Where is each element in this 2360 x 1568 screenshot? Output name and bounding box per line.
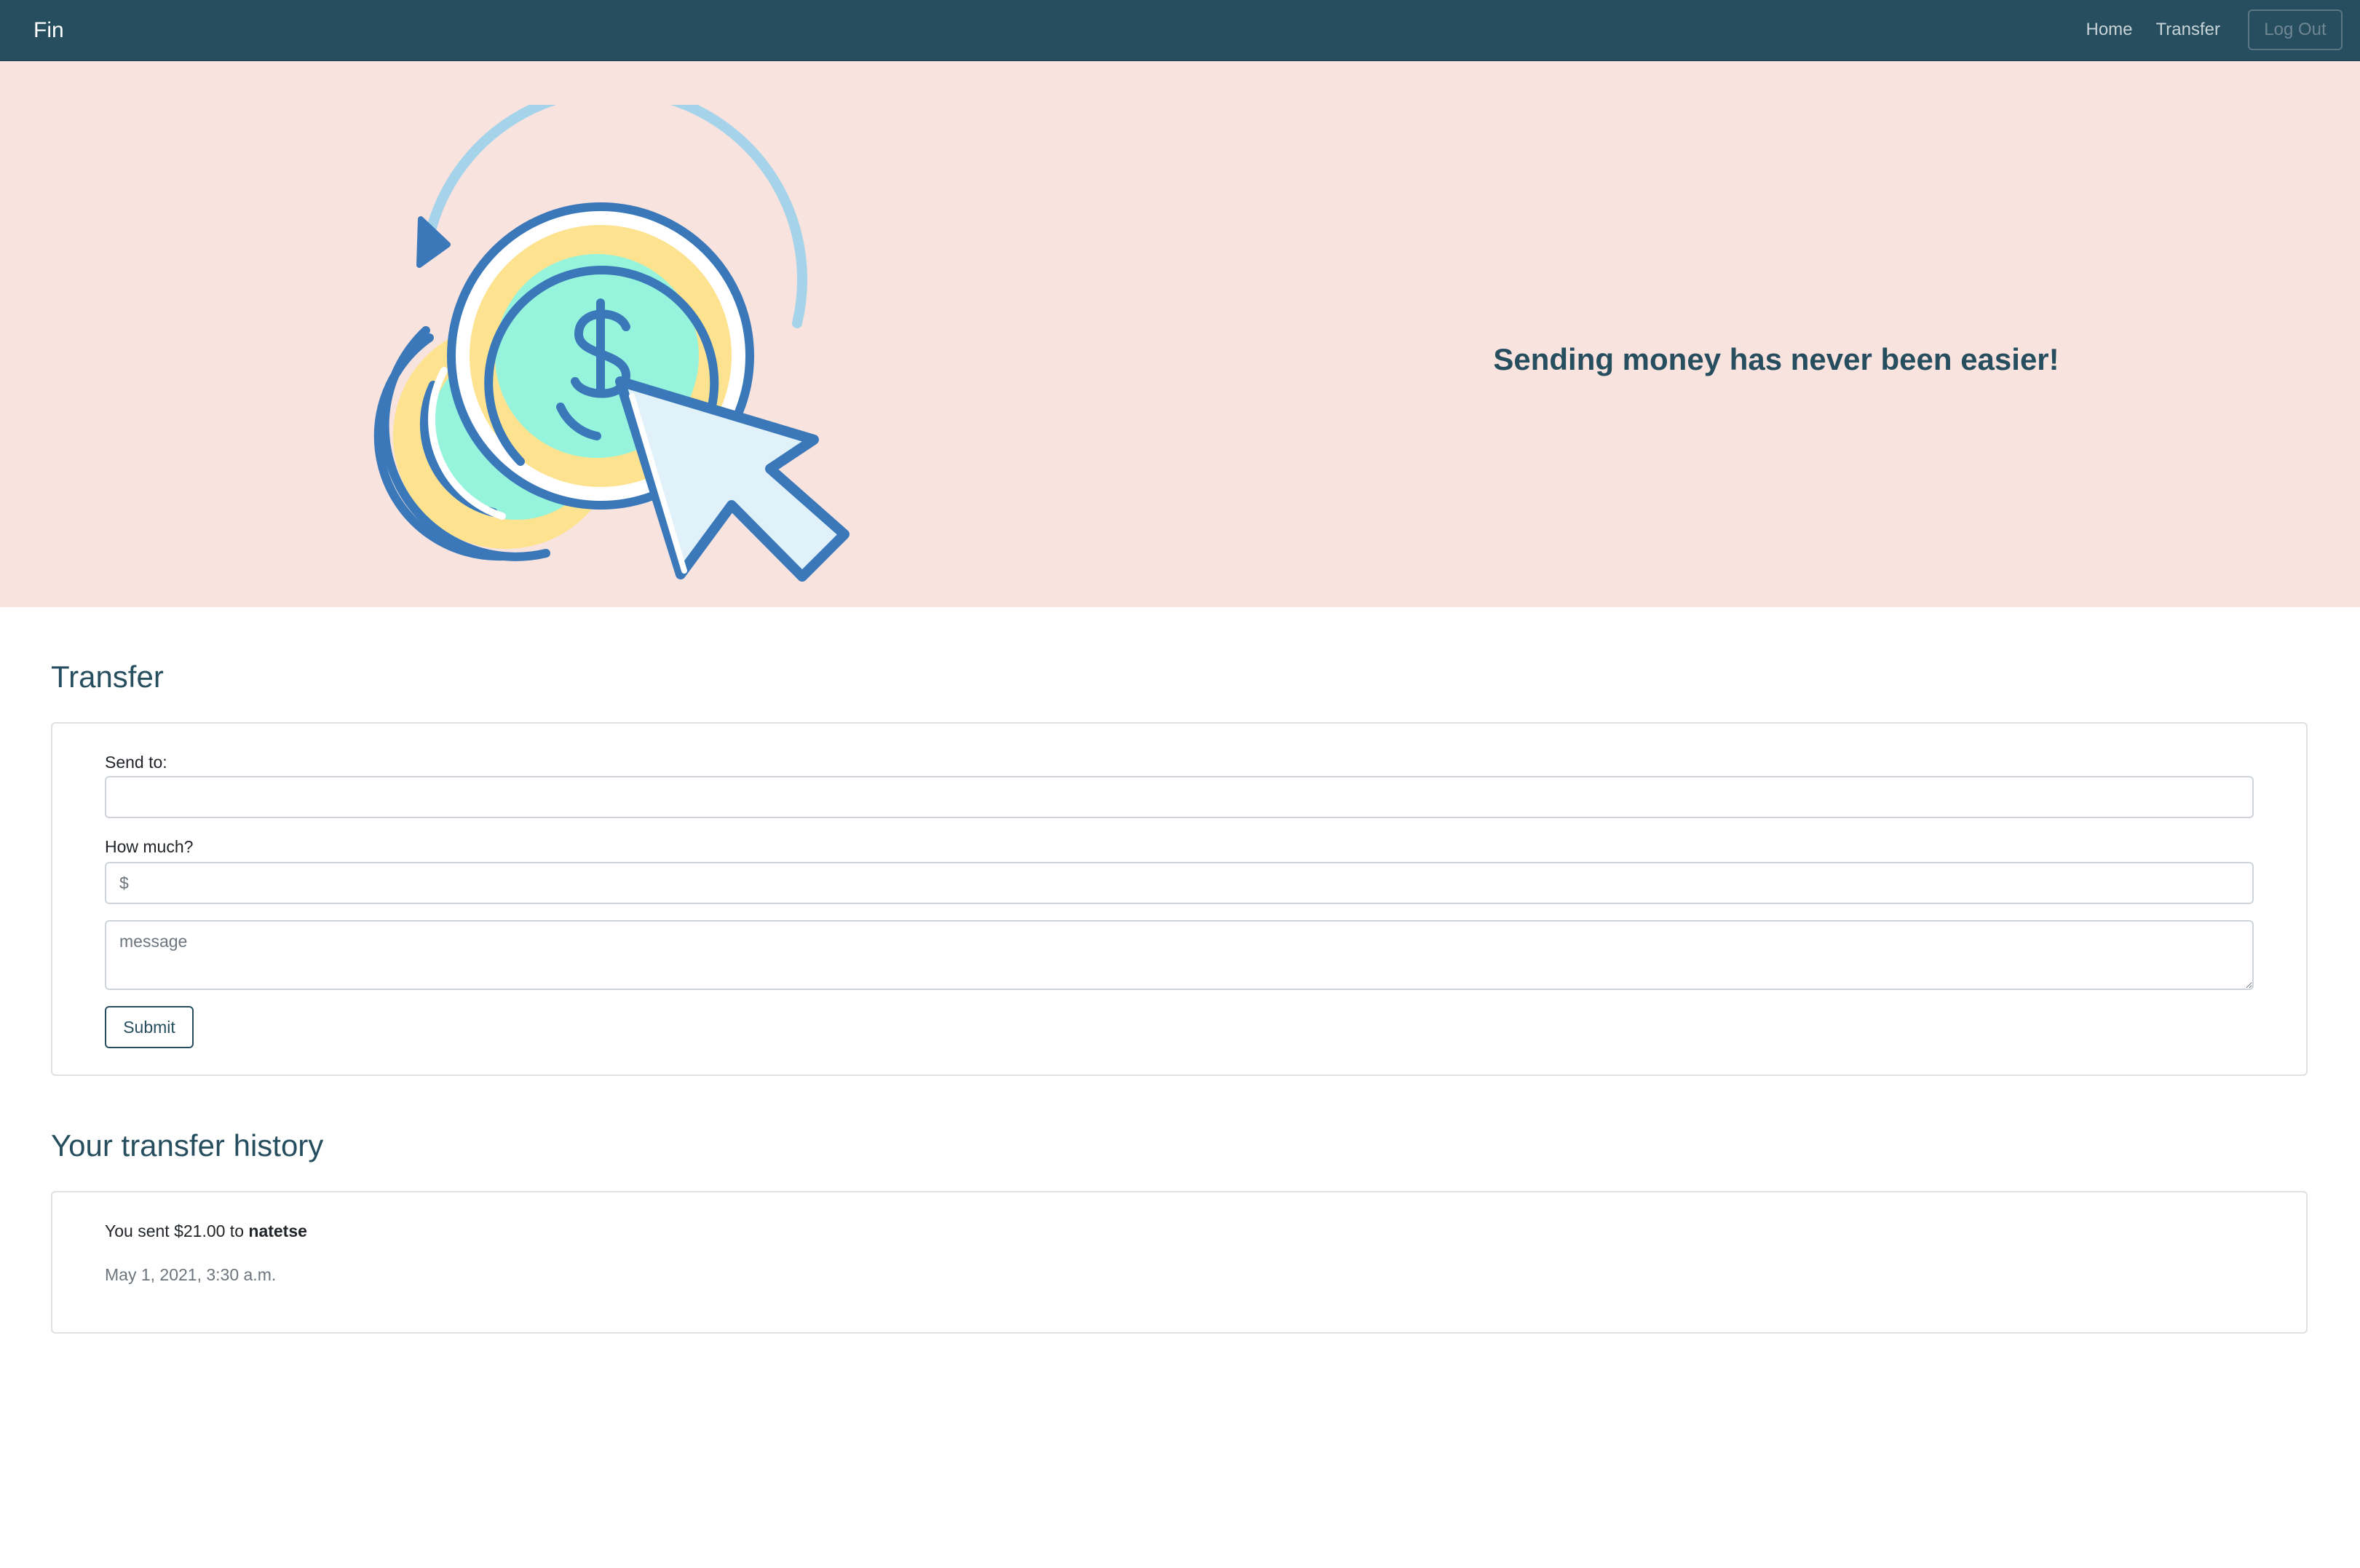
hero-tagline: Sending money has never been easier! [1493, 342, 2059, 376]
top-navbar: Fin Home Transfer Log Out [0, 0, 2360, 61]
history-entry: You sent $21.00 to natetse [105, 1220, 307, 1242]
message-textarea[interactable] [105, 920, 2254, 990]
brand-logo[interactable]: Fin [33, 16, 64, 45]
transfer-form-card: Send to: How much? Submit [51, 722, 2308, 1076]
history-timestamp: May 1, 2021, 3:30 a.m. [105, 1265, 277, 1284]
submit-button[interactable]: Submit [105, 1006, 194, 1048]
history-entry-text: You sent $21.00 to [105, 1221, 249, 1240]
transfer-section-title: Transfer [51, 660, 164, 694]
hero-banner: Sending money has never been easier! [0, 61, 2360, 607]
coins-cursor-transfer-icon [373, 105, 850, 582]
history-section-title: Your transfer history [51, 1128, 324, 1163]
amount-input[interactable] [105, 862, 2254, 904]
history-recipient: natetse [248, 1221, 307, 1240]
amount-label: How much? [105, 837, 194, 856]
send-to-input[interactable] [105, 776, 2254, 818]
history-card: You sent $21.00 to natetse May 1, 2021, … [51, 1191, 2308, 1334]
send-to-label: Send to: [105, 753, 167, 772]
logout-button[interactable]: Log Out [2248, 9, 2343, 50]
nav-links: Home Transfer Log Out [2086, 9, 2343, 51]
nav-link-transfer[interactable]: Transfer [2156, 9, 2220, 51]
nav-link-home[interactable]: Home [2086, 9, 2133, 51]
